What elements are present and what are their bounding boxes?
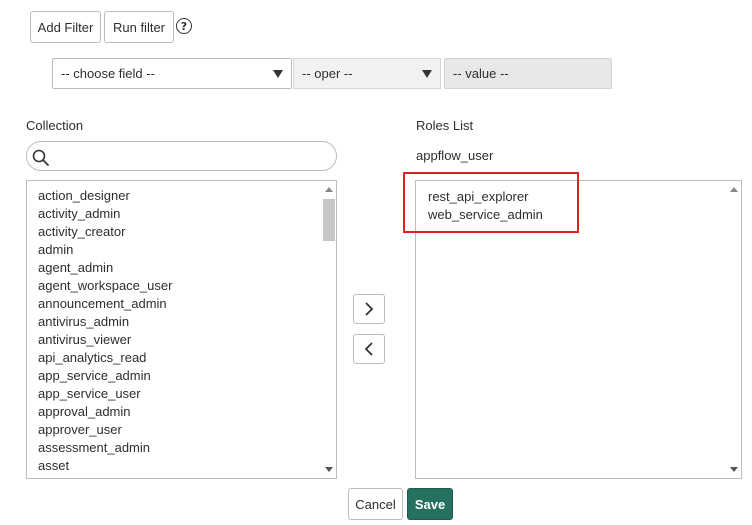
list-item[interactable]: asset [38, 457, 318, 475]
scroll-down-icon[interactable] [325, 467, 333, 472]
oper-value: -- oper -- [302, 66, 353, 81]
list-item[interactable]: api_analytics_read [38, 349, 318, 367]
chevron-right-icon [365, 302, 374, 316]
list-item[interactable]: agent_workspace_user [38, 277, 318, 295]
add-filter-button[interactable]: Add Filter [30, 11, 101, 43]
chevron-left-icon [364, 342, 373, 356]
save-button[interactable]: Save [407, 488, 453, 520]
value-placeholder: -- value -- [453, 66, 509, 81]
list-item[interactable]: action_designer [38, 187, 318, 205]
value-input[interactable]: -- value -- [444, 58, 612, 89]
search-icon [32, 149, 49, 166]
chevron-down-icon [422, 69, 432, 78]
choose-field-select[interactable]: -- choose field -- [52, 58, 292, 89]
cancel-button[interactable]: Cancel [348, 488, 403, 520]
list-item[interactable]: approval_admin [38, 403, 318, 421]
scroll-down-icon[interactable] [730, 467, 738, 472]
oper-select[interactable]: -- oper -- [293, 58, 441, 89]
remove-role-button[interactable] [353, 334, 385, 364]
roles-list-title: Roles List [416, 118, 474, 133]
choose-field-value: -- choose field -- [61, 66, 155, 81]
roles-list-subtitle: appflow_user [416, 148, 494, 163]
scroll-up-icon[interactable] [325, 187, 333, 192]
list-item[interactable]: agent_admin [38, 259, 318, 277]
list-item[interactable]: assessment_admin [38, 439, 318, 457]
list-item[interactable]: app_service_admin [38, 367, 318, 385]
list-item[interactable]: app_service_user [38, 385, 318, 403]
scroll-up-icon[interactable] [730, 187, 738, 192]
collection-title: Collection [26, 118, 84, 133]
run-filter-button[interactable]: Run filter [104, 11, 174, 43]
search-input[interactable] [26, 141, 337, 171]
list-item[interactable]: asset_management_user [38, 475, 318, 478]
highlight-box [403, 172, 579, 233]
list-item[interactable]: activity_creator [38, 223, 318, 241]
add-role-button[interactable] [353, 294, 385, 324]
list-item[interactable]: announcement_admin [38, 295, 318, 313]
collection-scrollbar[interactable] [322, 181, 336, 478]
list-item[interactable]: approver_user [38, 421, 318, 439]
list-item[interactable]: antivirus_viewer [38, 331, 318, 349]
help-icon[interactable]: ? [176, 18, 192, 34]
scroll-thumb[interactable] [323, 199, 335, 241]
list-item[interactable]: activity_admin [38, 205, 318, 223]
roles-scrollbar[interactable] [727, 181, 741, 478]
collection-items: action_designer activity_admin activity_cr… [38, 187, 318, 478]
list-item[interactable]: antivirus_admin [38, 313, 318, 331]
collection-listbox[interactable]: action_designer activity_admin activity_cr… [26, 180, 337, 479]
list-item[interactable]: admin [38, 241, 318, 259]
chevron-down-icon [273, 69, 283, 78]
